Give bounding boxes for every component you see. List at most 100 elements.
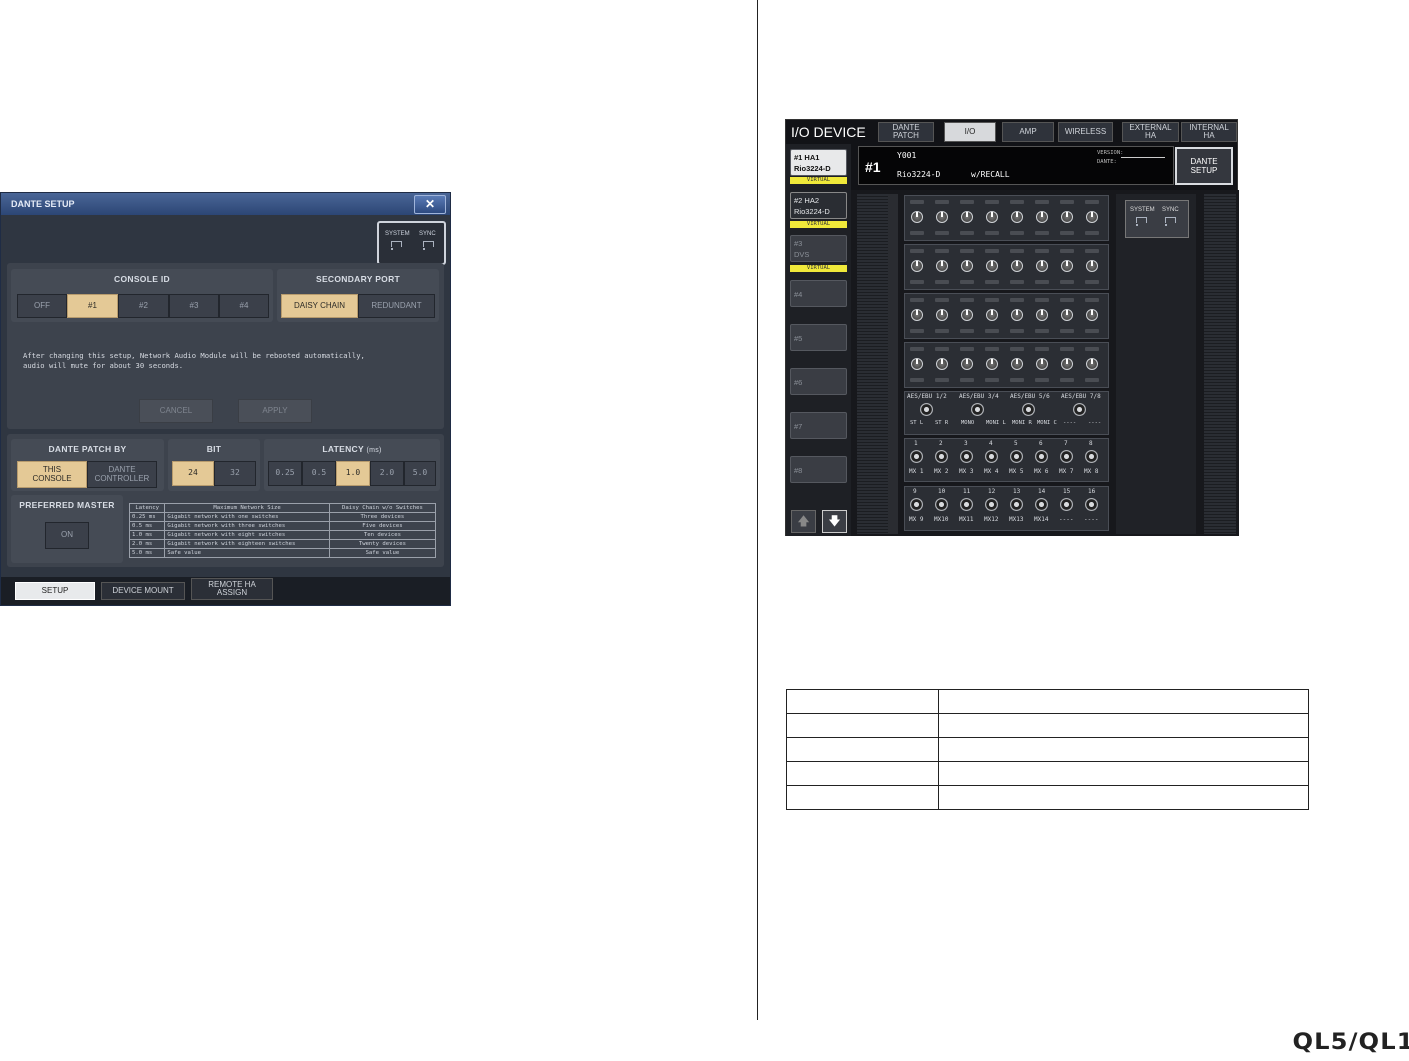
aes-connector-icon[interactable]	[971, 403, 984, 416]
gain-knob[interactable]	[1086, 211, 1098, 223]
slot-1[interactable]: #1 HA1 Rio3224-D	[790, 149, 847, 176]
gain-knob[interactable]	[1061, 358, 1073, 370]
gain-knob[interactable]	[961, 260, 973, 272]
output-connector-icon[interactable]	[985, 498, 998, 511]
output-connector-icon[interactable]	[1035, 498, 1048, 511]
gain-knob[interactable]	[936, 309, 948, 321]
latency-05-button[interactable]: 0.5	[302, 461, 336, 486]
output-connector-icon[interactable]	[1010, 450, 1023, 463]
gain-knob[interactable]	[1061, 309, 1073, 321]
gain-knob[interactable]	[961, 309, 973, 321]
gain-knob[interactable]	[1036, 358, 1048, 370]
aes-connector-icon[interactable]	[1073, 403, 1086, 416]
close-button[interactable]: ✕	[414, 195, 446, 214]
gain-knob[interactable]	[1011, 309, 1023, 321]
console-id-2-button[interactable]: #2	[118, 294, 169, 318]
scroll-up-button[interactable]: 🡅	[791, 510, 816, 533]
cancel-button[interactable]: CANCEL	[139, 399, 213, 423]
apply-button[interactable]: APPLY	[238, 399, 312, 423]
gain-knob[interactable]	[1036, 309, 1048, 321]
output-connector-icon[interactable]	[960, 498, 973, 511]
gain-knob[interactable]	[1036, 211, 1048, 223]
tab-external-ha[interactable]: EXTERNAL HA	[1122, 122, 1179, 142]
tab-amp[interactable]: AMP	[1002, 122, 1054, 142]
tab-internal-ha[interactable]: INTERNAL HA	[1181, 122, 1237, 142]
latency-50-button[interactable]: 5.0	[404, 461, 436, 486]
output-connector-icon[interactable]	[1085, 450, 1098, 463]
this-console-button[interactable]: THIS CONSOLE	[17, 461, 87, 488]
gain-knob[interactable]	[1086, 309, 1098, 321]
gain-knob[interactable]	[1011, 358, 1023, 370]
slot-6[interactable]: #6	[790, 368, 847, 395]
gain-knob[interactable]	[961, 211, 973, 223]
gain-knob[interactable]	[1011, 260, 1023, 272]
bit-24-button[interactable]: 24	[172, 461, 214, 486]
console-id-1-button[interactable]: #1	[67, 294, 118, 318]
gain-knob[interactable]	[1061, 260, 1073, 272]
output-label: MX 6	[1034, 468, 1049, 475]
slot-7[interactable]: #7	[790, 412, 847, 439]
console-id-4-button[interactable]: #4	[219, 294, 269, 318]
dante-setup-button[interactable]: DANTE SETUP	[1175, 147, 1233, 185]
slot-4[interactable]: #4	[790, 280, 847, 307]
console-id-off-button[interactable]: OFF	[17, 294, 67, 318]
gain-knob[interactable]	[911, 211, 923, 223]
tab-dante-patch[interactable]: DANTE PATCH	[878, 122, 934, 142]
slot-3[interactable]: #3 DVS	[790, 235, 847, 262]
slot-2[interactable]: #2 HA2 Rio3224-D	[790, 192, 847, 219]
gain-knob[interactable]	[936, 358, 948, 370]
output-connector-icon[interactable]	[960, 450, 973, 463]
output-connector-icon[interactable]	[985, 450, 998, 463]
bit-32-button[interactable]: 32	[214, 461, 256, 486]
tab-remote-ha-assign[interactable]: REMOTE HA ASSIGN	[191, 578, 273, 600]
gain-knob[interactable]	[911, 260, 923, 272]
output-connector-icon[interactable]	[935, 498, 948, 511]
aes-connector-icon[interactable]	[1022, 403, 1035, 416]
latency-025-button[interactable]: 0.25	[268, 461, 302, 486]
latency-10-button[interactable]: 1.0	[336, 461, 370, 486]
gain-knob[interactable]	[961, 358, 973, 370]
gain-knob[interactable]	[1036, 260, 1048, 272]
secondary-port-panel: SECONDARY PORT DAISY CHAIN REDUNDANT	[277, 269, 439, 322]
output-connector-icon[interactable]	[910, 498, 923, 511]
output-connector-icon[interactable]	[1010, 498, 1023, 511]
scroll-down-button[interactable]: 🡇	[822, 510, 847, 533]
gain-knob[interactable]	[986, 358, 998, 370]
tab-io[interactable]: I/O	[944, 122, 996, 142]
gain-knob[interactable]	[1061, 211, 1073, 223]
gain-knob[interactable]	[911, 358, 923, 370]
gain-knob[interactable]	[936, 211, 948, 223]
output-connector-icon[interactable]	[910, 450, 923, 463]
version-label: VERSION:	[1097, 150, 1124, 156]
dante-controller-button[interactable]: DANTE CONTROLLER	[87, 461, 157, 488]
slot-8[interactable]: #8	[790, 456, 847, 483]
tab-device-mount[interactable]: DEVICE MOUNT	[101, 582, 185, 600]
output-connector-icon[interactable]	[1060, 450, 1073, 463]
latency-20-button[interactable]: 2.0	[370, 461, 404, 486]
dante-setup-line2: SETUP	[1190, 166, 1218, 175]
gain-knob[interactable]	[1086, 358, 1098, 370]
output-connector-icon[interactable]	[1035, 450, 1048, 463]
gain-knob[interactable]	[936, 260, 948, 272]
tab-wireless[interactable]: WIRELESS	[1058, 122, 1113, 142]
tab-setup[interactable]: SETUP	[15, 582, 95, 600]
console-id-3-button[interactable]: #3	[169, 294, 219, 318]
device-unit-id: Y001	[897, 151, 917, 160]
gain-knob[interactable]	[1086, 260, 1098, 272]
phantom-led-icon	[985, 280, 999, 284]
aes-connector-icon[interactable]	[920, 403, 933, 416]
output-connector-icon[interactable]	[935, 450, 948, 463]
slot-5[interactable]: #5	[790, 324, 847, 351]
redundant-button[interactable]: REDUNDANT	[358, 294, 435, 318]
gain-knob[interactable]	[986, 211, 998, 223]
gain-knob[interactable]	[986, 309, 998, 321]
output-connector-icon[interactable]	[1060, 498, 1073, 511]
gain-knob[interactable]	[911, 309, 923, 321]
gain-knob[interactable]	[1011, 211, 1023, 223]
output-connector-icon[interactable]	[1085, 498, 1098, 511]
preferred-master-on-button[interactable]: ON	[45, 522, 89, 549]
daisy-chain-button[interactable]: DAISY CHAIN	[281, 294, 358, 318]
table-cell	[938, 737, 1309, 762]
output-label: MX 1	[909, 468, 924, 475]
gain-knob[interactable]	[986, 260, 998, 272]
